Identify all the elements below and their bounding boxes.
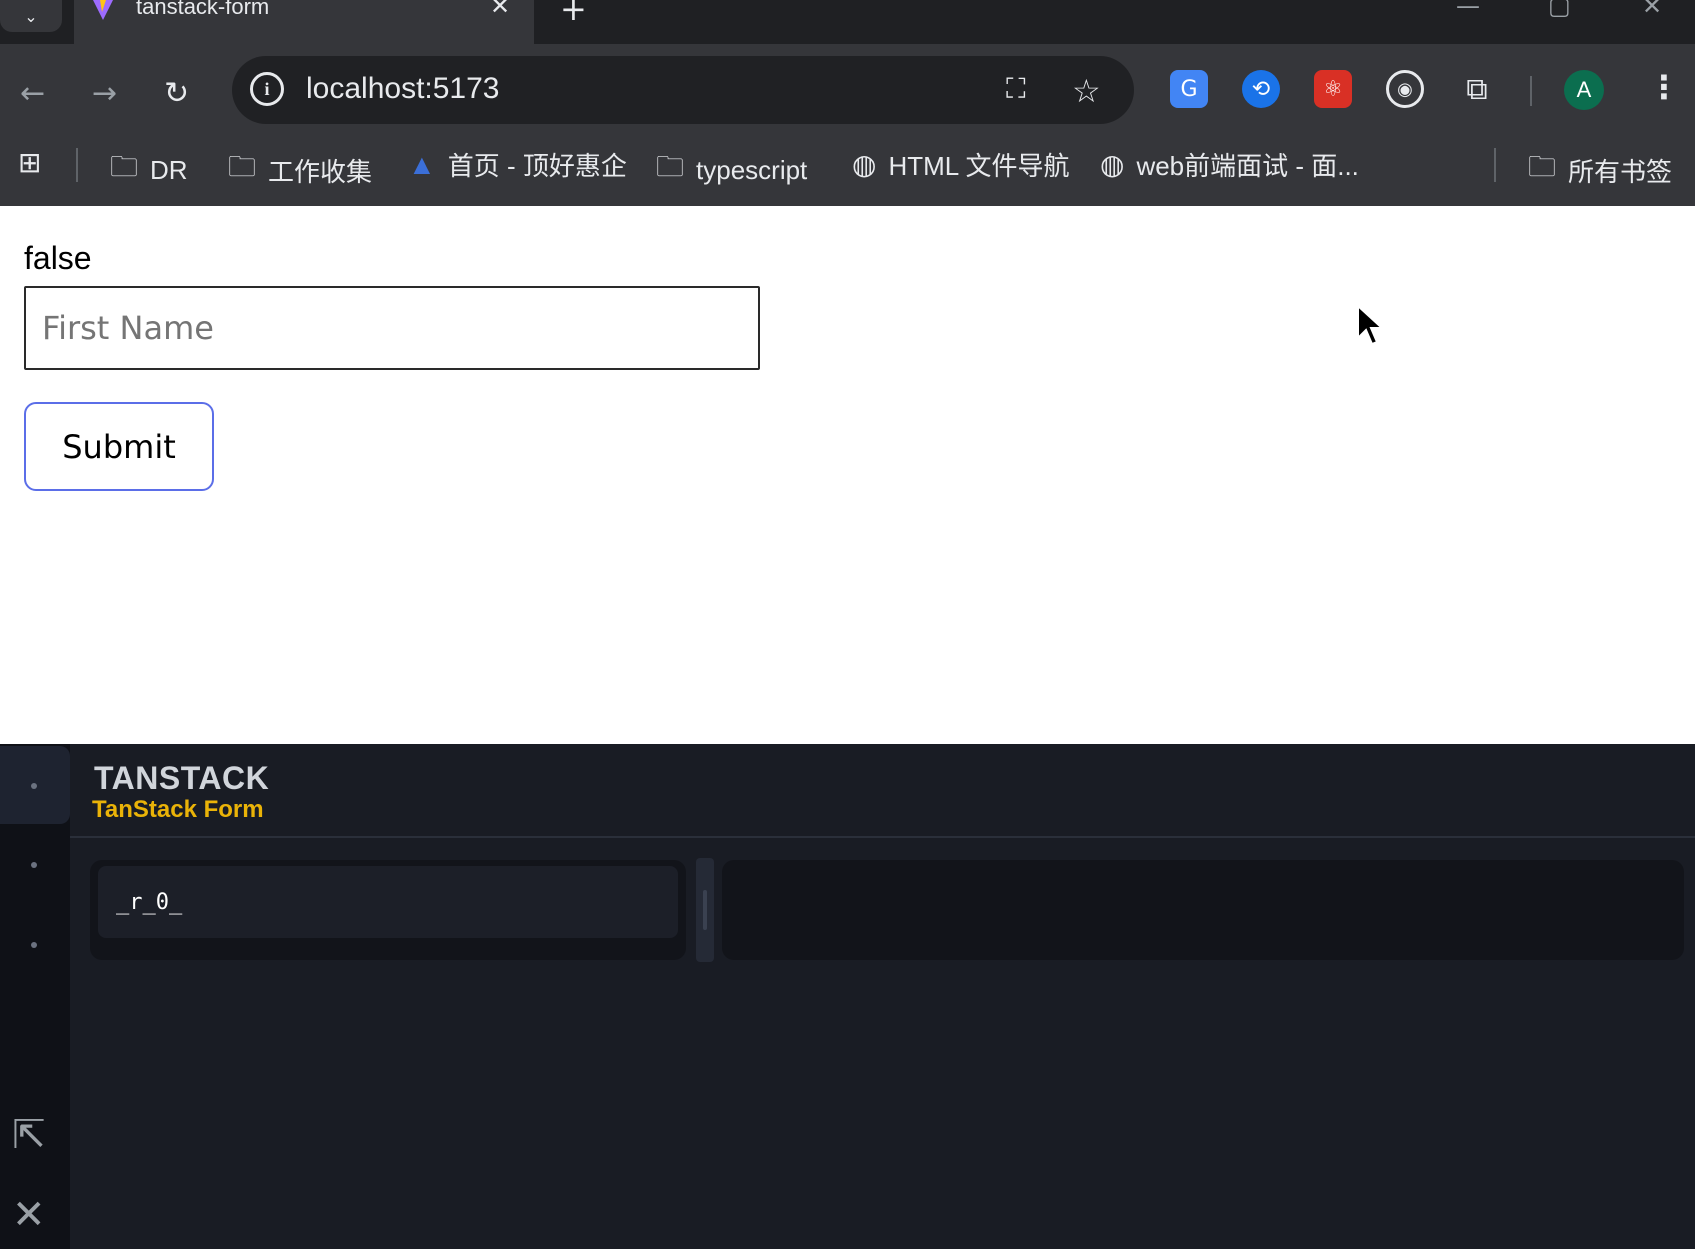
tab-close-icon[interactable]: ✕	[490, 0, 510, 20]
bookmark-site-dinghao[interactable]: ▲ 首页 - 顶好惠企	[408, 146, 627, 183]
share-extension-icon[interactable]: ⟲	[1242, 70, 1280, 108]
folder-icon: 🗀	[1528, 151, 1557, 182]
resize-grip-icon	[703, 890, 707, 930]
bookmark-folder-work[interactable]: 🗀 工作收集	[228, 146, 372, 194]
bookmark-star-icon[interactable]: ☆	[1072, 72, 1101, 110]
google-translate-extension-icon[interactable]: G	[1170, 70, 1208, 108]
tab-title: tanstack-form	[136, 0, 270, 19]
form-status-text: false	[24, 240, 92, 276]
profile-avatar[interactable]: A	[1564, 70, 1604, 110]
apps-grid-icon[interactable]: ⊞	[18, 146, 41, 179]
react-devtools-extension-icon[interactable]: ⚛	[1314, 70, 1352, 108]
form-detail-panel	[722, 860, 1684, 960]
bookmarks-separator	[1494, 148, 1496, 182]
tab-search-chevron-icon[interactable]: ⌄	[0, 0, 62, 32]
mouse-cursor-icon	[1357, 304, 1384, 346]
minimize-icon[interactable]: —	[1456, 0, 1480, 20]
devtools-brand: TANSTACK	[94, 760, 270, 796]
folder-icon: 🗀	[656, 151, 685, 182]
folder-icon: 🗀	[228, 151, 257, 182]
form-id-label: _r_0_	[116, 890, 183, 915]
form-list-item[interactable]	[98, 866, 678, 938]
bookmark-folder-dr[interactable]: 🗀 DR	[110, 146, 188, 194]
globe-icon: ◍	[1100, 149, 1125, 180]
site-info-icon[interactable]: i	[250, 72, 284, 106]
vite-favicon-icon	[93, 0, 113, 20]
reload-icon[interactable]: ↻	[164, 76, 189, 111]
folder-icon: 🗀	[110, 151, 139, 182]
building-icon: ▲	[408, 148, 436, 180]
maximize-icon[interactable]: ▢	[1548, 0, 1571, 20]
devtools-tab-dot-icon[interactable]	[31, 862, 37, 868]
devtools-product-title: TanStack Form	[92, 796, 264, 823]
back-arrow-icon[interactable]: ←	[20, 76, 45, 111]
browser-menu-icon[interactable]: ⋮	[1648, 68, 1680, 106]
all-bookmarks-folder[interactable]: 🗀 所有书签	[1528, 146, 1672, 194]
bookmarks-separator	[76, 148, 78, 182]
first-name-input[interactable]	[24, 286, 760, 370]
toolbar-separator	[1530, 76, 1532, 106]
devtools-tab-dot-icon[interactable]	[31, 783, 37, 789]
new-tab-plus-icon[interactable]: +	[560, 0, 587, 28]
translate-icon[interactable]: ⛶	[1006, 72, 1026, 106]
submit-button[interactable]: Submit	[24, 402, 214, 491]
address-url[interactable]: localhost:5173	[306, 72, 499, 106]
bookmark-folder-typescript[interactable]: 🗀 typescript	[656, 146, 807, 194]
bookmark-web-interview[interactable]: ◍ web前端面试 - 面...	[1100, 146, 1359, 183]
globe-icon: ◍	[852, 149, 877, 180]
bookmark-html-nav[interactable]: ◍ HTML 文件导航	[852, 146, 1069, 183]
forward-arrow-icon[interactable]: →	[92, 76, 117, 111]
devtools-tab-dot-icon[interactable]	[31, 942, 37, 948]
extensions-puzzle-icon[interactable]: ⧉	[1458, 70, 1496, 108]
devtools-close-icon[interactable]: ✕	[12, 1192, 46, 1238]
window-close-icon[interactable]: ✕	[1642, 0, 1662, 20]
dock-position-icon[interactable]: ⇱	[12, 1112, 46, 1158]
target-extension-icon[interactable]: ◉	[1386, 70, 1424, 108]
devtools-header	[70, 744, 1695, 838]
